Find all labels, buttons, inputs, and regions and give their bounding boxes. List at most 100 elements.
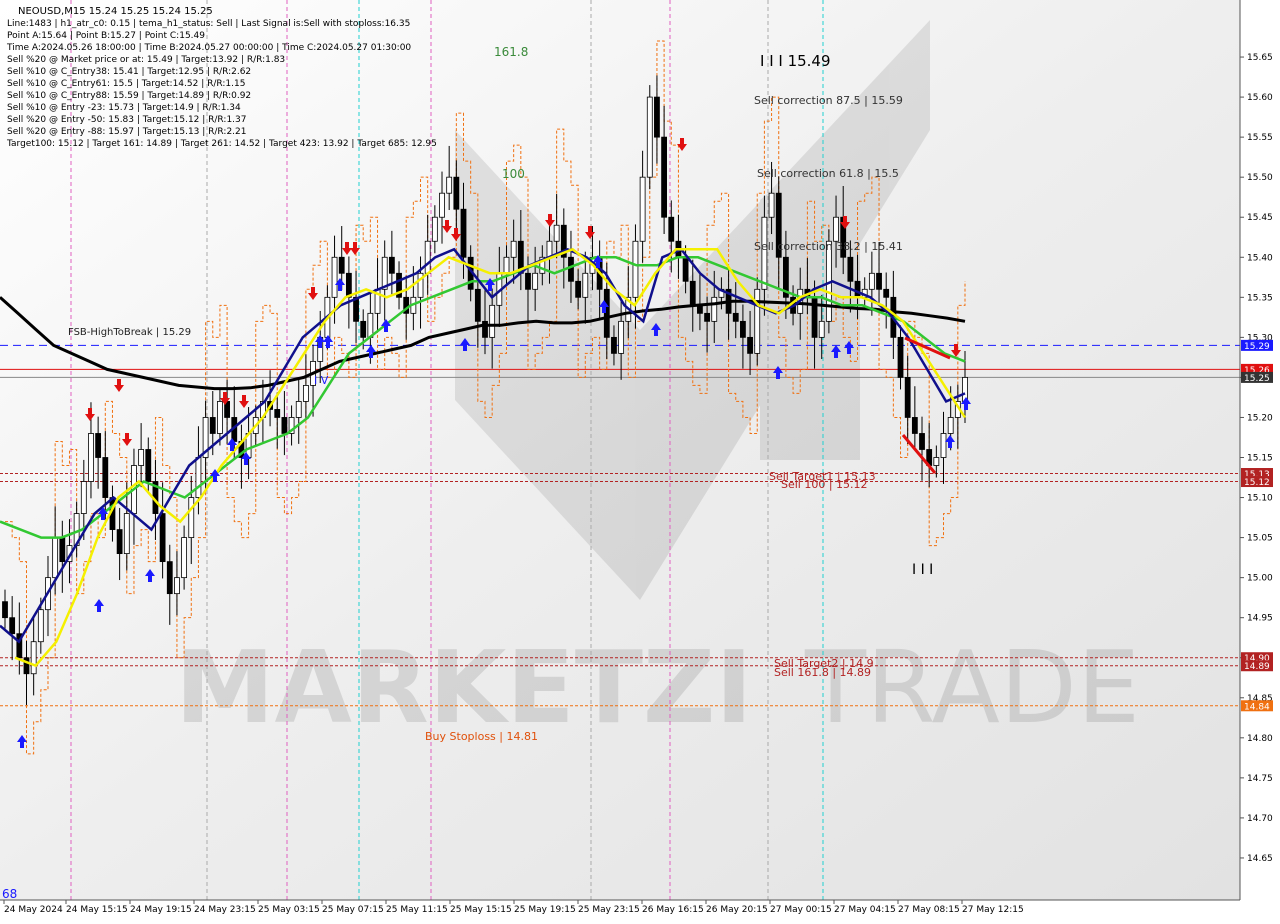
- candle-body: [897, 336, 904, 378]
- candle-body: [159, 513, 166, 563]
- candle-body: [274, 409, 281, 418]
- candle-body: [331, 256, 338, 298]
- candle-body: [166, 561, 173, 595]
- candle-body: [754, 288, 761, 354]
- candle-body: [632, 240, 639, 298]
- candle-body: [740, 320, 746, 338]
- candle-body: [510, 240, 517, 258]
- candle-body: [689, 280, 696, 306]
- price-tick-label: 15.10: [1247, 494, 1273, 504]
- price-tick-label: 15.65: [1247, 53, 1273, 63]
- candle-body: [30, 641, 37, 675]
- candle-body: [195, 457, 202, 498]
- candle-body: [295, 401, 302, 418]
- candle-body: [711, 296, 718, 322]
- sell-correction-618: Sell correction 61.8 | 15.5: [757, 167, 899, 180]
- time-tick-label: 27 May 00:15: [770, 905, 832, 915]
- candle-body: [868, 272, 875, 290]
- time-tick-label: 24 May 2024: [4, 905, 63, 915]
- trading-chart-window[interactable]: MARKETZI TRADE 161.8 100 I I I 15.49 Sel…: [0, 0, 1280, 920]
- watermark-right: TRADE: [804, 629, 1140, 746]
- price-tick-label: 14.65: [1247, 854, 1273, 864]
- candle-body: [145, 449, 152, 482]
- candle-body: [940, 433, 947, 458]
- candle-body: [446, 176, 453, 194]
- time-tick-label: 25 May 11:15: [386, 905, 448, 915]
- candle-body: [639, 176, 646, 242]
- candle-body: [854, 280, 861, 298]
- candle-body: [919, 433, 925, 450]
- time-tick-label: 24 May 19:15: [130, 905, 192, 915]
- candle-body: [532, 272, 539, 290]
- candle-body: [568, 256, 574, 282]
- time-tick-label: 25 May 03:15: [258, 905, 320, 915]
- candle-body: [911, 417, 918, 434]
- price-tick-label: 14.75: [1247, 774, 1273, 784]
- candle-body: [102, 457, 109, 498]
- info-line: Sell %10 @ C_Entry88: 15.59 | Target:14.…: [7, 91, 251, 101]
- candle-body: [682, 256, 689, 282]
- candle-body: [345, 272, 352, 298]
- candle-body: [217, 401, 223, 434]
- candle-body: [353, 296, 359, 322]
- candle-body: [833, 216, 839, 242]
- candle-body: [575, 280, 582, 298]
- candle-body: [388, 256, 395, 274]
- info-line: Sell %20 @ Entry -88: 15.97 | Target:15.…: [7, 127, 246, 137]
- price-tick-label: 15.35: [1247, 293, 1273, 303]
- candle-body: [88, 433, 94, 482]
- price-tick-label: 15.50: [1247, 173, 1273, 183]
- time-tick-label: 25 May 15:15: [450, 905, 512, 915]
- candle-body: [668, 216, 675, 242]
- watermark-left: MARKETZI: [175, 629, 753, 746]
- candle-body: [474, 288, 481, 322]
- time-tick-label: 27 May 08:15: [898, 905, 960, 915]
- candle-body: [661, 136, 668, 218]
- candle-body: [482, 320, 488, 338]
- time-tick-label: 25 May 07:15: [322, 905, 384, 915]
- candle-body: [138, 449, 145, 466]
- price-tick-label: 14.95: [1247, 614, 1273, 624]
- time-tick-label: 27 May 12:15: [962, 905, 1024, 915]
- price-tick-label: 14.80: [1247, 734, 1273, 744]
- wave-marker-label: I I I: [912, 562, 933, 578]
- candle-body: [768, 192, 775, 218]
- candle-body: [876, 272, 882, 290]
- candle-body: [654, 96, 660, 138]
- info-line: Point A:15.64 | Point B:15.27 | Point C:…: [7, 31, 205, 41]
- price-tick-label: 15.15: [1247, 454, 1273, 464]
- candle-body: [95, 433, 102, 458]
- candle-body: [732, 312, 739, 322]
- candle-body: [188, 497, 195, 538]
- time-tick-label: 24 May 15:15: [66, 905, 128, 915]
- point-c-label: I I I 15.49: [760, 52, 831, 70]
- candle-body: [80, 481, 87, 514]
- candle-body: [367, 312, 374, 338]
- info-line: Sell %20 @ Entry -50: 15.83 | Target:15.…: [7, 115, 246, 125]
- time-tick-label: 25 May 19:15: [514, 905, 576, 915]
- candle-body: [818, 320, 825, 338]
- candle-body: [381, 256, 388, 290]
- candle-body: [962, 377, 968, 402]
- candle-body: [302, 385, 309, 402]
- candle-body: [209, 417, 216, 434]
- info-line: Sell %10 @ Entry -23: 15.73 | Target:14.…: [7, 103, 241, 113]
- candle-body: [116, 529, 123, 555]
- price-tick-label: 15.40: [1247, 253, 1273, 263]
- candle-body: [489, 304, 496, 338]
- price-tick-label: 15.60: [1247, 93, 1273, 103]
- price-tag-label: 15.12: [1244, 478, 1270, 488]
- price-tick-label: 15.45: [1247, 213, 1273, 223]
- fib-label-161: 161.8: [494, 45, 528, 59]
- fsb-high-label: FSB-HighToBreak | 15.29: [68, 327, 191, 338]
- candle-body: [503, 256, 510, 274]
- candle-body: [611, 336, 617, 354]
- chart-canvas[interactable]: MARKETZI TRADE 161.8 100 I I I 15.49 Sel…: [0, 0, 1280, 920]
- candle-body: [883, 288, 890, 298]
- price-tick-label: 14.70: [1247, 814, 1273, 824]
- price-tick-label: 15.20: [1247, 413, 1273, 423]
- time-tick-label: 25 May 23:15: [578, 905, 640, 915]
- candle-body: [281, 417, 288, 434]
- candle-body: [847, 256, 854, 282]
- candle-body: [37, 609, 44, 643]
